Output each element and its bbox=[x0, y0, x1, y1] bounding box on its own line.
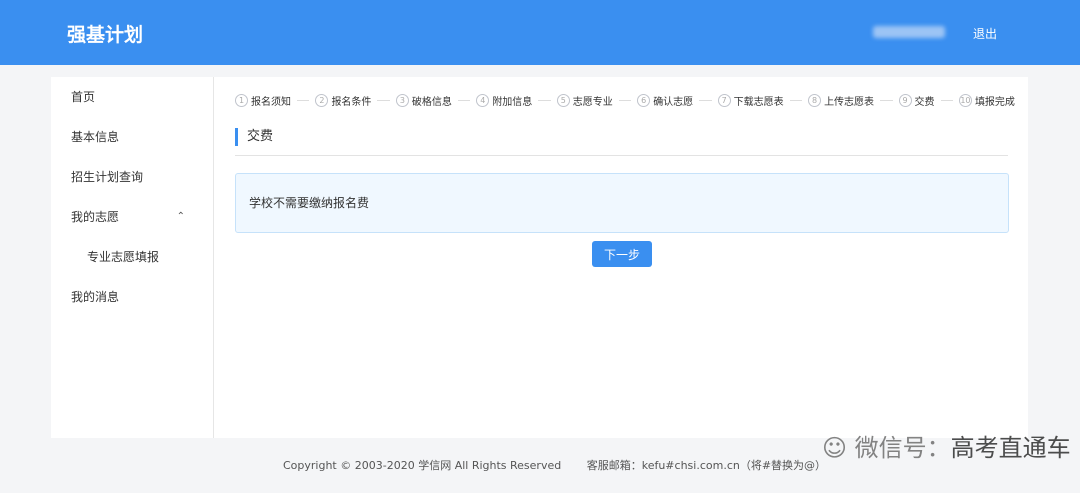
watermark-prefix: 微信号： bbox=[854, 434, 951, 462]
step-number: 4 bbox=[476, 94, 490, 107]
step-label: 填报完成 bbox=[974, 97, 1015, 108]
logout-link[interactable]: 退出 bbox=[973, 25, 997, 42]
sidebar-item-basic-info[interactable]: 基本信息 bbox=[51, 117, 213, 157]
section-title: 交费 bbox=[235, 128, 1008, 156]
step-label: 附加信息 bbox=[492, 97, 533, 108]
watermark: ☺ 微信号：高考直通车 bbox=[822, 428, 1071, 463]
sidebar-item-my-applications[interactable]: 我的志愿 ⌃ bbox=[51, 197, 213, 237]
sidebar-item-enrollment-plan[interactable]: 招生计划查询 bbox=[51, 157, 213, 197]
step-label: 上传志愿表 bbox=[824, 97, 875, 108]
step-number: 7 bbox=[717, 94, 731, 107]
sidebar: 首页 基本信息 招生计划查询 我的志愿 ⌃ 专业志愿填报 我的消息 bbox=[51, 77, 214, 438]
step-item: 4 附加信息 bbox=[476, 93, 532, 108]
step-number: 1 bbox=[235, 94, 248, 107]
section-title-text: 交费 bbox=[235, 128, 1008, 146]
step-label: 报名条件 bbox=[331, 97, 372, 108]
step-label: 志愿专业 bbox=[572, 97, 613, 108]
step-item: 8 上传志愿表 bbox=[808, 93, 874, 108]
wechat-icon: ☺ bbox=[822, 434, 848, 462]
step-connector bbox=[880, 100, 893, 101]
step-number: 3 bbox=[395, 94, 409, 107]
step-connector bbox=[538, 100, 551, 101]
step-item: 5 志愿专业 bbox=[556, 93, 613, 108]
main-panel: 首页 基本信息 招生计划查询 我的志愿 ⌃ 专业志愿填报 我的消息 1 报名须知 2 报… bbox=[51, 77, 1028, 438]
step-item: 9 交费 bbox=[898, 93, 935, 108]
step-connector bbox=[618, 100, 632, 101]
step-connector bbox=[789, 100, 803, 101]
copyright-text: Copyright © 2003-2020 学信网 All Rights Res… bbox=[283, 459, 562, 472]
step-number: 5 bbox=[556, 94, 570, 107]
watermark-name: 高考直通车 bbox=[950, 434, 1071, 462]
username-blurred bbox=[873, 26, 945, 38]
step-number: 2 bbox=[315, 94, 329, 107]
support-email: 客服邮箱：kefu#chsi.com.cn（将#替换为@） bbox=[586, 459, 827, 472]
sidebar-item-messages[interactable]: 我的消息 bbox=[51, 277, 213, 317]
step-label: 报名须知 bbox=[251, 97, 291, 108]
step-item: 6 确认志愿 bbox=[637, 93, 693, 108]
step-label: 破格信息 bbox=[411, 97, 452, 108]
step-item: 1 报名须知 bbox=[235, 93, 291, 108]
sidebar-item-major-application[interactable]: 专业志愿填报 bbox=[51, 237, 213, 277]
step-label: 下载志愿表 bbox=[733, 97, 784, 108]
step-connector bbox=[297, 100, 310, 101]
step-label: 确认志愿 bbox=[653, 97, 694, 108]
footer: Copyright © 2003-2020 学信网 All Rights Res… bbox=[283, 457, 848, 473]
step-number: 8 bbox=[808, 94, 822, 107]
sidebar-item-home[interactable]: 首页 bbox=[51, 77, 213, 117]
sidebar-item-label: 我的志愿 bbox=[71, 210, 120, 224]
notice-box: 学校不需要缴纳报名费 bbox=[235, 173, 1009, 233]
step-connector bbox=[377, 100, 390, 101]
next-step-button[interactable]: 下一步 bbox=[592, 241, 652, 267]
step-item: 3 破格信息 bbox=[395, 93, 452, 108]
step-connector bbox=[457, 100, 471, 101]
step-item: 10 填报完成 bbox=[958, 93, 1015, 108]
step-connector bbox=[940, 100, 953, 101]
step-item: 2 报名条件 bbox=[315, 93, 371, 108]
app-title: 强基计划 bbox=[67, 24, 144, 46]
step-item: 7 下载志愿表 bbox=[717, 93, 784, 108]
chevron-up-icon: ⌃ bbox=[176, 211, 185, 222]
step-label: 交费 bbox=[914, 97, 935, 108]
top-header: 强基计划 退出 bbox=[0, 0, 1080, 65]
step-number: 6 bbox=[637, 94, 651, 107]
progress-steps: 1 报名须知 2 报名条件 3 破格信息 4 附加信息 5 志愿专业 6 确认志愿 7 下载志愿表 8 上传志… bbox=[235, 93, 1015, 108]
step-connector bbox=[699, 100, 712, 101]
step-number: 9 bbox=[898, 94, 912, 107]
step-number: 10 bbox=[958, 94, 972, 107]
